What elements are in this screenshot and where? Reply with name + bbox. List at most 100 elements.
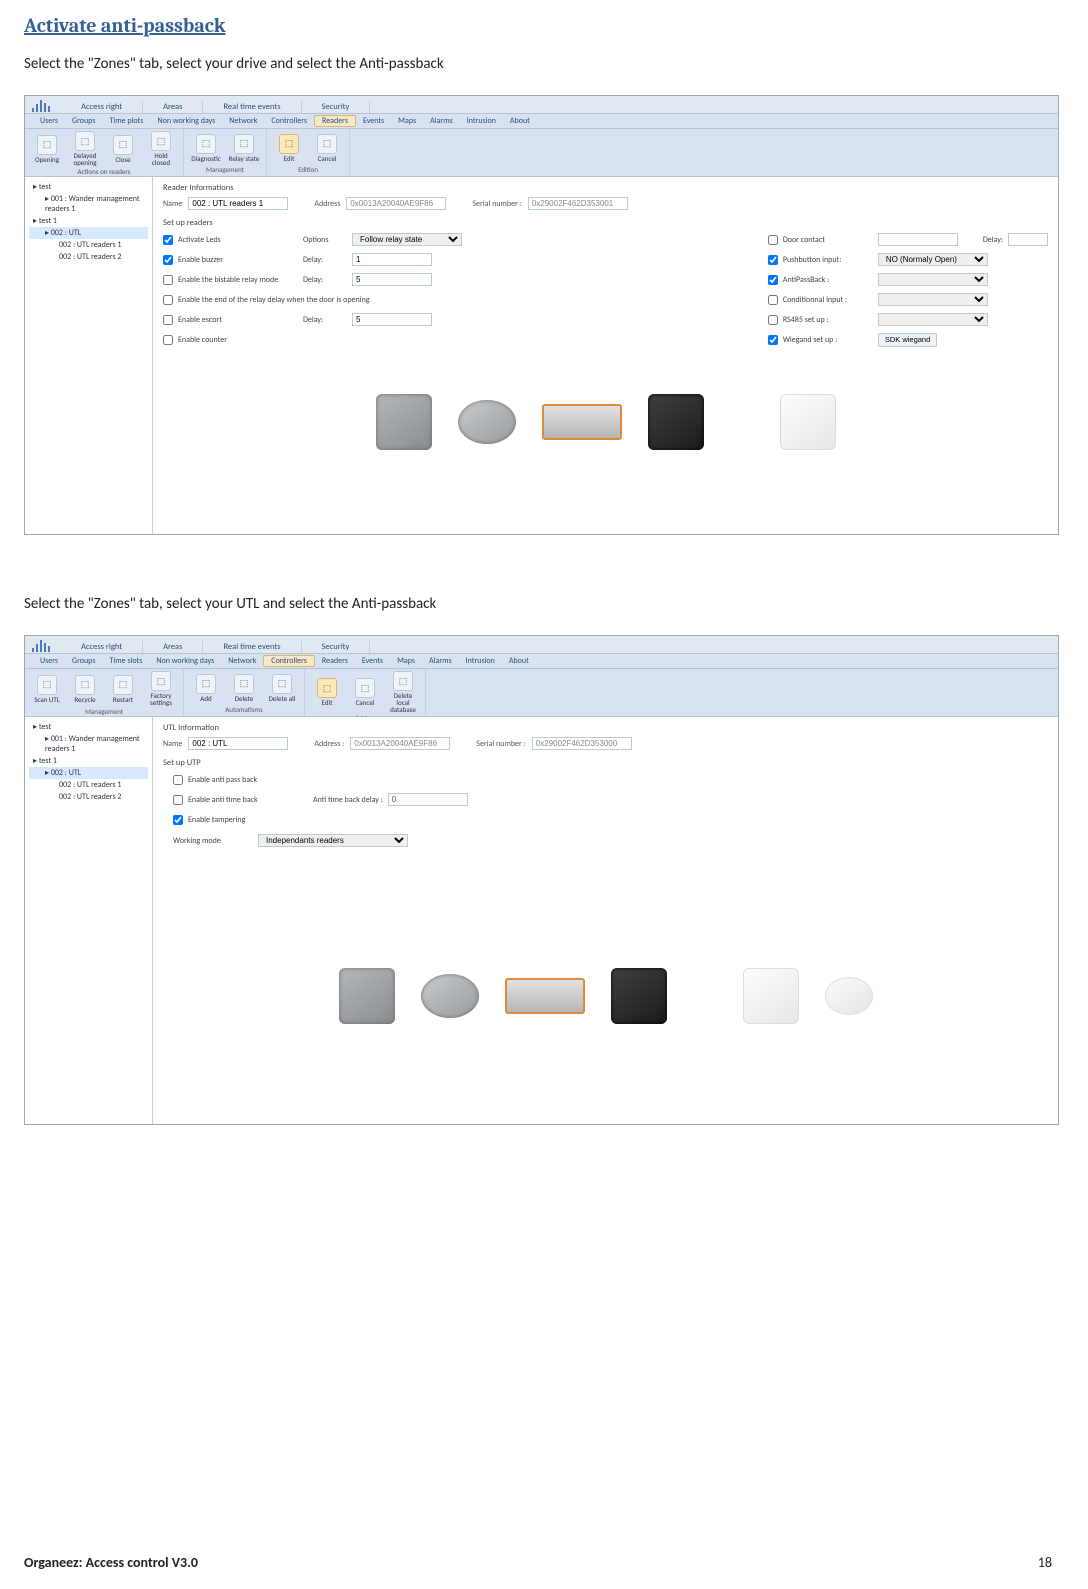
sub-tab-users[interactable]: Users (33, 116, 65, 126)
sub-tab-non-working-days[interactable]: Non working days (150, 116, 222, 126)
sub-tab-controllers[interactable]: Controllers (264, 116, 314, 126)
option-checkbox[interactable] (768, 275, 778, 285)
top-tab[interactable]: Areas (143, 641, 203, 653)
option-button[interactable]: SDK wiegand (878, 333, 937, 347)
tree-panel: ▸ test▸ 001 : Wander management readers … (25, 177, 153, 534)
option-checkbox[interactable] (163, 235, 173, 245)
option-checkbox[interactable] (163, 335, 173, 345)
option-checkbox[interactable] (768, 255, 778, 265)
hold-closed-button[interactable]: ⬚Hold closed (145, 131, 177, 166)
top-tab[interactable]: Real time events (203, 101, 301, 113)
option-checkbox[interactable] (768, 335, 778, 345)
name-input[interactable] (188, 737, 288, 750)
tree-item[interactable]: ▸ 002 : UTL (29, 227, 148, 239)
top-tab[interactable]: Access right (61, 101, 143, 113)
option-checkbox[interactable] (173, 815, 183, 825)
delayed-opening-button[interactable]: ⬚Delayed opening (69, 131, 101, 166)
option-checkbox[interactable] (163, 255, 173, 265)
option-input[interactable] (352, 253, 432, 266)
sub-tab-controllers[interactable]: Controllers (263, 655, 315, 667)
sub-tab-non-working-days[interactable]: Non working days (149, 656, 221, 666)
factory-button[interactable]: ⬚Factory settings (145, 671, 177, 706)
instruction-2: Select the "Zones" tab, select your UTL … (24, 595, 1064, 613)
option-checkbox[interactable] (173, 775, 183, 785)
recycle-icon: ⬚ (75, 675, 95, 695)
name-input[interactable] (188, 197, 288, 210)
delete-button[interactable]: ⬚Delete (228, 674, 260, 702)
sub-tab-maps[interactable]: Maps (391, 116, 423, 126)
option-input[interactable] (878, 233, 958, 246)
sub-tab-time-slots[interactable]: Time slots (102, 656, 149, 666)
tree-item[interactable]: ▸ test 1 (29, 215, 148, 227)
delete-db-button[interactable]: ⬚Delete local database (387, 671, 419, 713)
tree-item[interactable]: ▸ test (29, 181, 148, 193)
sub-tab-intrusion[interactable]: Intrusion (460, 116, 503, 126)
option-checkbox[interactable] (163, 275, 173, 285)
sub-tab-groups[interactable]: Groups (65, 116, 102, 126)
sub-tab-intrusion[interactable]: Intrusion (459, 656, 502, 666)
option-checkbox[interactable] (163, 315, 173, 325)
cancel-button[interactable]: ⬚Cancel (349, 678, 381, 706)
diagnostic-button[interactable]: ⬚Diagnostic (190, 134, 222, 162)
device-oval-reader (421, 974, 479, 1018)
option-input[interactable] (352, 273, 432, 286)
sub-tab-about[interactable]: About (502, 656, 536, 666)
delay-input[interactable] (1008, 233, 1048, 246)
option-select[interactable]: NO (Normaly Open) (878, 253, 988, 266)
delete-all-button[interactable]: ⬚Delete all (266, 674, 298, 702)
sub-tab-events[interactable]: Events (355, 656, 390, 666)
option-row: AntiPassBack : (768, 272, 1048, 287)
option-select[interactable] (878, 313, 988, 326)
add-button[interactable]: ⬚Add (190, 674, 222, 702)
tree-item[interactable]: 002 : UTL readers 2 (29, 251, 148, 263)
tree-item[interactable]: ▸ 002 : UTL (29, 767, 148, 779)
tree-item[interactable]: ▸ test 1 (29, 755, 148, 767)
tree-item[interactable]: 002 : UTL readers 1 (29, 779, 148, 791)
option-select[interactable] (878, 293, 988, 306)
restart-icon: ⬚ (113, 675, 133, 695)
option-checkbox[interactable] (768, 315, 778, 325)
sub-tab-alarms[interactable]: Alarms (423, 116, 460, 126)
top-tab[interactable]: Real time events (203, 641, 301, 653)
sub-tab-readers[interactable]: Readers (315, 656, 355, 666)
sub-tab-about[interactable]: About (503, 116, 537, 126)
tree-item[interactable]: ▸ test (29, 721, 148, 733)
edit-button[interactable]: ⬚Edit (311, 678, 343, 706)
close-button[interactable]: ⬚Close (107, 135, 139, 163)
sub-tab-network[interactable]: Network (221, 656, 263, 666)
tree-item[interactable]: 002 : UTL readers 2 (29, 791, 148, 803)
top-tab[interactable]: Access right (61, 641, 143, 653)
opening-button[interactable]: ⬚Opening (31, 135, 63, 163)
tree-item[interactable]: ▸ 001 : Wander management readers 1 (29, 733, 148, 755)
option-checkbox[interactable] (173, 795, 183, 805)
recycle-button[interactable]: ⬚Recycle (69, 675, 101, 703)
scan-utl-button[interactable]: ⬚Scan UTL (31, 675, 63, 703)
sub-tab-users[interactable]: Users (33, 656, 65, 666)
working-mode-select[interactable]: Independants readers (258, 834, 408, 847)
tree-item[interactable]: 002 : UTL readers 1 (29, 239, 148, 251)
top-tab[interactable]: Security (302, 641, 371, 653)
edit-button[interactable]: ⬚Edit (273, 134, 305, 162)
relay-state-button[interactable]: ⬚Relay state (228, 134, 260, 162)
sub-tab-maps[interactable]: Maps (390, 656, 422, 666)
top-tab[interactable]: Security (302, 101, 371, 113)
restart-button[interactable]: ⬚Restart (107, 675, 139, 703)
sub-tab-readers[interactable]: Readers (314, 115, 356, 127)
sub-tab-network[interactable]: Network (222, 116, 264, 126)
option-input[interactable] (352, 313, 432, 326)
sub-tab-time-plots[interactable]: Time plots (102, 116, 150, 126)
tree-item[interactable]: ▸ 001 : Wander management readers 1 (29, 193, 148, 215)
sub-tab-events[interactable]: Events (356, 116, 391, 126)
device-gray-reader (376, 394, 432, 450)
option-checkbox[interactable] (768, 295, 778, 305)
option-select[interactable]: Follow relay state (352, 233, 462, 246)
sub-tab-groups[interactable]: Groups (65, 656, 102, 666)
device-black-reader (648, 394, 704, 450)
option-select[interactable] (878, 273, 988, 286)
top-tab[interactable]: Areas (143, 101, 203, 113)
sub-tab-alarms[interactable]: Alarms (422, 656, 459, 666)
cancel-button[interactable]: ⬚Cancel (311, 134, 343, 162)
option-checkbox[interactable] (163, 295, 173, 305)
main-panel: UTL Information Name Address : Serial nu… (153, 717, 1058, 1124)
option-checkbox[interactable] (768, 235, 778, 245)
